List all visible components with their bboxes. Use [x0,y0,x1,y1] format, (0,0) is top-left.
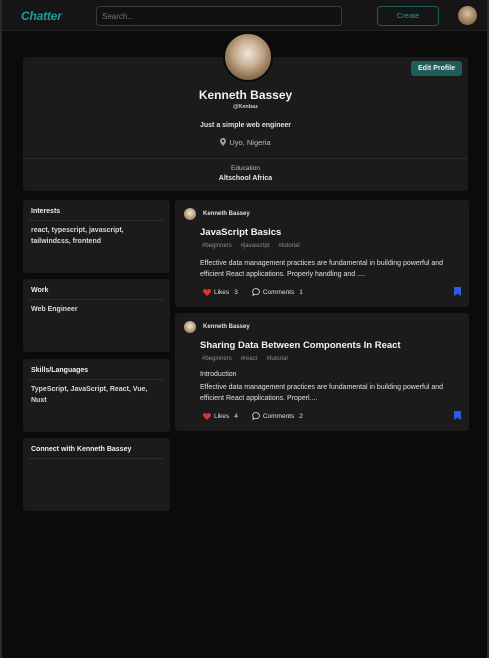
interests-title: Interests [31,208,61,215]
divider [23,158,468,159]
chat-bubble-icon [251,412,260,420]
author-avatar[interactable] [184,208,196,220]
edit-profile-button[interactable]: Edit Profile [411,61,462,76]
education-label: Education [231,165,260,172]
author-avatar[interactable] [184,321,196,333]
tag[interactable]: #javascript [241,243,270,249]
education-value: Altschool Africa [218,175,273,182]
user-avatar[interactable] [458,6,477,25]
connect-title: Connect with Kenneth Bassey [31,446,132,453]
divider [29,379,163,380]
post-intro: Introduction [200,371,237,378]
post-title[interactable]: Sharing Data Between Components In React [200,340,401,351]
profile-handle: @Kenbaz [233,104,258,110]
skills-body: TypeScript, JavaScript, React, Vue, Nuxt [31,386,148,404]
work-title: Work [31,287,49,294]
tag[interactable]: #react [241,356,258,362]
post-excerpt: Effective data management practices are … [200,260,444,278]
divider [29,299,163,300]
skills-card: Skills/Languages TypeScript, JavaScript,… [23,359,170,432]
chat-bubble-icon [251,288,260,296]
tag[interactable]: #beginners [202,356,232,362]
map-pin-icon [220,138,227,146]
profile-name: Kenneth Bassey [198,88,293,102]
tag[interactable]: #tutorial [278,243,299,249]
post-card[interactable]: Kenneth Bassey JavaScript Basics #beginn… [175,200,469,307]
create-button[interactable]: Create [377,6,439,26]
tag[interactable]: #beginners [202,243,232,249]
divider [29,220,163,221]
post-actions: Likes 4 Comments 2 [203,412,317,420]
comments-count: 1 [299,288,303,296]
post-tags: #beginners #javascript #tutorial [202,243,309,249]
like-button[interactable]: Likes 4 [203,412,238,420]
like-button[interactable]: Likes 3 [203,288,238,296]
likes-count: 4 [234,412,238,420]
comments-label: Comments [262,412,295,420]
app-window: Chatter Create Edit Profile Kenneth Bass… [2,0,487,658]
work-card: Work Web Engineer [23,279,170,352]
post-card[interactable]: Kenneth Bassey Sharing Data Between Comp… [175,313,469,431]
search-input[interactable] [96,6,342,26]
app-logo[interactable]: Chatter [21,9,62,23]
work-body: Web Engineer [31,306,78,313]
heart-icon [203,412,211,420]
profile-avatar [223,32,273,82]
post-tags: #beginners #react #tutorial [202,356,297,362]
location-text: Uyo, Nigeria [229,138,271,147]
skills-title: Skills/Languages [31,367,89,374]
post-excerpt: Effective data management practices are … [200,384,444,402]
bookmark-icon[interactable] [454,287,461,296]
likes-label: Likes [214,288,230,296]
post-title[interactable]: JavaScript Basics [200,227,281,238]
interests-body: react, typescript, javascript, tailwindc… [31,227,124,245]
post-actions: Likes 3 Comments 1 [203,288,317,296]
comment-button[interactable]: Comments 2 [251,412,303,420]
bookmark-icon[interactable] [454,411,461,420]
post-author[interactable]: Kenneth Bassey [203,324,250,330]
divider [29,458,163,459]
connect-card: Connect with Kenneth Bassey [23,438,170,511]
profile-location: Uyo, Nigeria [23,138,468,147]
comment-button[interactable]: Comments 1 [251,288,303,296]
post-author[interactable]: Kenneth Bassey [203,211,250,217]
interests-card: Interests react, typescript, javascript,… [23,200,170,273]
likes-label: Likes [214,412,230,420]
heart-icon [203,288,211,296]
comments-count: 2 [299,412,303,420]
profile-bio: Just a simple web engineer [199,122,292,129]
comments-label: Comments [262,288,295,296]
likes-count: 3 [234,288,238,296]
tag[interactable]: #tutorial [266,356,287,362]
navbar: Chatter Create [2,0,487,31]
